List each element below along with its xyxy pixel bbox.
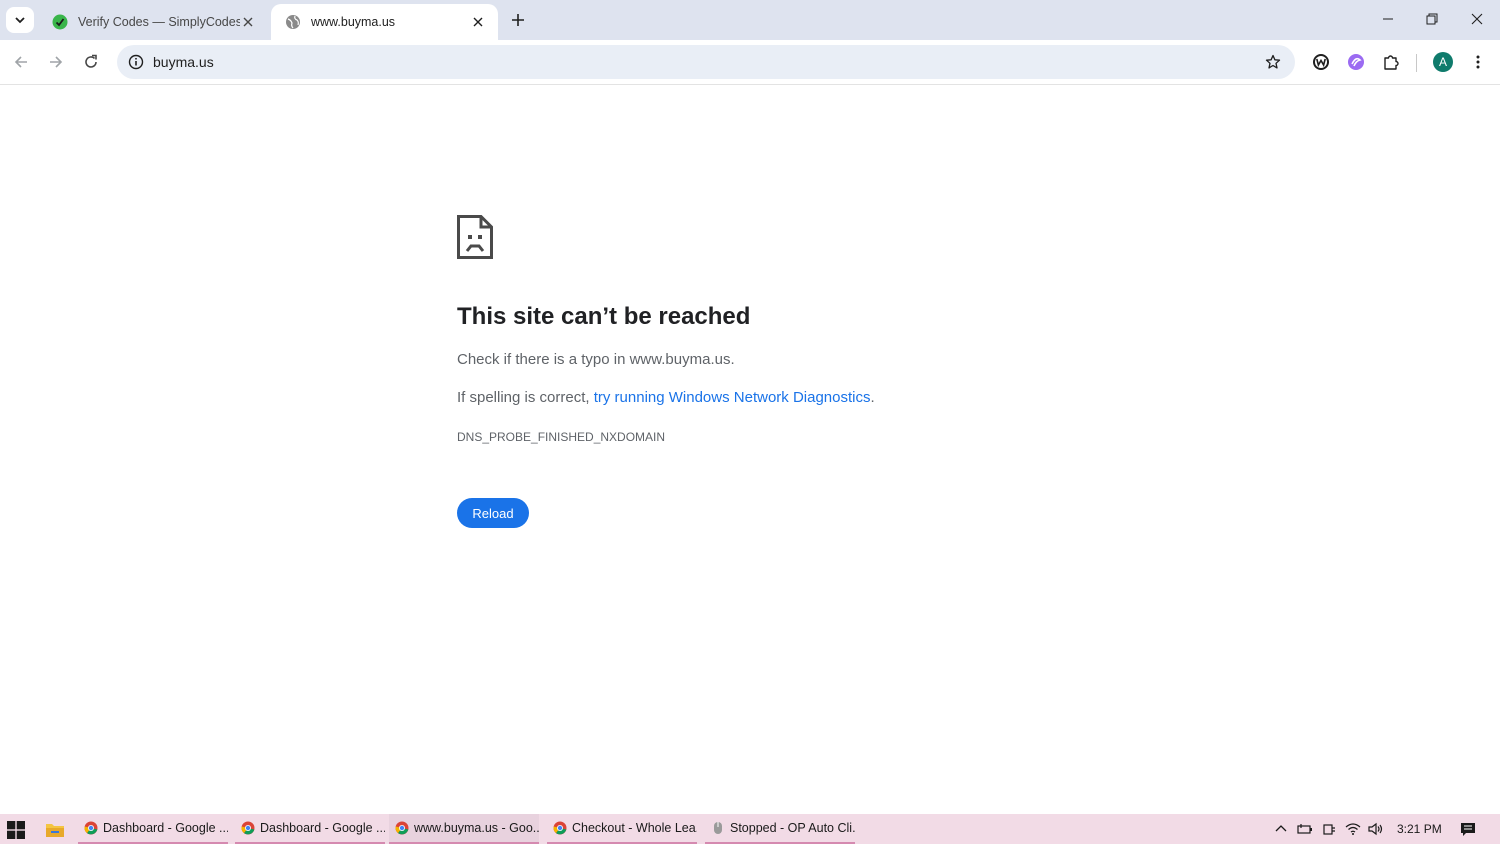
chevron-down-icon: [15, 17, 25, 24]
error-page: This site can’t be reached Check if ther…: [0, 85, 1500, 814]
globe-icon: [285, 14, 301, 30]
close-tab-icon[interactable]: [240, 14, 256, 30]
diagnostics-prefix: If spelling is correct,: [457, 389, 594, 406]
file-explorer-icon[interactable]: [44, 820, 66, 840]
network-diagnostics-link[interactable]: try running Windows Network Diagnostics: [594, 389, 871, 406]
notification-center-button[interactable]: [1459, 820, 1477, 838]
error-diagnostics-hint: If spelling is correct, try running Wind…: [457, 389, 875, 406]
battery-icon[interactable]: [1296, 820, 1314, 838]
extension-w-icon: [1313, 54, 1329, 70]
restore-icon: [1426, 13, 1438, 25]
minimize-icon: [1383, 18, 1393, 20]
chat-bubble-icon: [1461, 823, 1475, 836]
more-vertical-icon: [1476, 55, 1480, 69]
reload-button[interactable]: Reload: [457, 498, 529, 528]
site-info-icon[interactable]: [123, 49, 149, 75]
profile-initial: A: [1438, 55, 1447, 69]
taskbar-app[interactable]: Checkout - Whole Lea...: [547, 814, 697, 844]
minimize-button[interactable]: [1366, 0, 1410, 38]
chrome-icon: [241, 821, 255, 835]
show-hidden-icons-button[interactable]: [1272, 820, 1290, 838]
taskbar-app-label: Dashboard - Google ...: [260, 821, 385, 835]
taskbar-app-label: www.buyma.us - Goo...: [414, 821, 539, 835]
puzzle-icon: [1384, 55, 1399, 70]
taskbar-app-label: Dashboard - Google ...: [103, 821, 228, 835]
close-tab-icon[interactable]: [470, 14, 486, 30]
menu-button[interactable]: [1462, 46, 1494, 78]
refresh-icon: [85, 54, 97, 68]
toolbar-divider: [1416, 54, 1417, 72]
reload-toolbar-button[interactable]: [75, 46, 107, 78]
extensions-button[interactable]: [1375, 46, 1407, 78]
device-icon[interactable]: [1320, 820, 1338, 838]
sad-document-icon: [457, 215, 493, 259]
extension-w-button[interactable]: [1305, 46, 1337, 78]
tab-title: www.buyma.us: [311, 15, 396, 29]
chrome-icon: [553, 821, 567, 835]
taskbar-app[interactable]: Stopped - OP Auto Cli...: [705, 814, 855, 844]
new-tab-button[interactable]: [506, 8, 530, 32]
diagnostics-suffix: .: [870, 389, 875, 406]
arrow-left-icon: [14, 56, 27, 68]
volume-icon[interactable]: [1367, 820, 1385, 838]
address-text[interactable]: buyma.us: [153, 54, 214, 70]
tab-title: Verify Codes — SimplyCodes: [78, 15, 240, 29]
address-bar[interactable]: buyma.us: [117, 45, 1295, 79]
tab-buyma[interactable]: www.buyma.us: [271, 4, 498, 40]
chrome-icon: [395, 821, 409, 835]
arrow-right-icon: [50, 56, 63, 68]
chevron-up-icon: [1275, 825, 1287, 832]
tab-simplycodes[interactable]: Verify Codes — SimplyCodes: [38, 4, 268, 40]
extension-purple-icon: [1348, 54, 1364, 70]
taskbar-clock[interactable]: 3:21 PM: [1397, 822, 1442, 836]
taskbar-app[interactable]: Dashboard - Google ...: [78, 814, 228, 844]
wifi-icon[interactable]: [1344, 820, 1362, 838]
taskbar-app[interactable]: Dashboard - Google ...: [235, 814, 385, 844]
windows-taskbar: Dashboard - Google ... Dashboard - Googl…: [0, 814, 1500, 844]
back-button[interactable]: [5, 46, 37, 78]
browser-toolbar: buyma.us A: [0, 40, 1500, 85]
restore-button[interactable]: [1410, 0, 1454, 38]
close-window-button[interactable]: [1455, 0, 1499, 38]
taskbar-app-label: Checkout - Whole Lea...: [572, 821, 697, 835]
profile-button[interactable]: A: [1427, 46, 1459, 78]
close-icon: [1471, 13, 1483, 25]
extension-purple-button[interactable]: [1340, 46, 1372, 78]
error-code: DNS_PROBE_FINISHED_NXDOMAIN: [457, 430, 666, 444]
plus-icon: [512, 14, 524, 26]
taskbar-app-label: Stopped - OP Auto Cli...: [730, 821, 855, 835]
error-typo-hint: Check if there is a typo in www.buyma.us…: [457, 351, 735, 368]
taskbar-app-active[interactable]: www.buyma.us - Goo...: [389, 814, 539, 844]
bookmark-star-icon[interactable]: [1261, 50, 1285, 74]
tab-strip: Verify Codes — SimplyCodes www.buyma.us: [0, 0, 1500, 40]
windows-start-icon[interactable]: [6, 820, 26, 840]
simplycodes-icon: [52, 14, 68, 30]
error-title: This site can’t be reached: [457, 303, 751, 330]
tab-search-button[interactable]: [6, 7, 34, 33]
chrome-icon: [84, 821, 98, 835]
forward-button[interactable]: [40, 46, 72, 78]
mouse-icon: [711, 821, 725, 835]
